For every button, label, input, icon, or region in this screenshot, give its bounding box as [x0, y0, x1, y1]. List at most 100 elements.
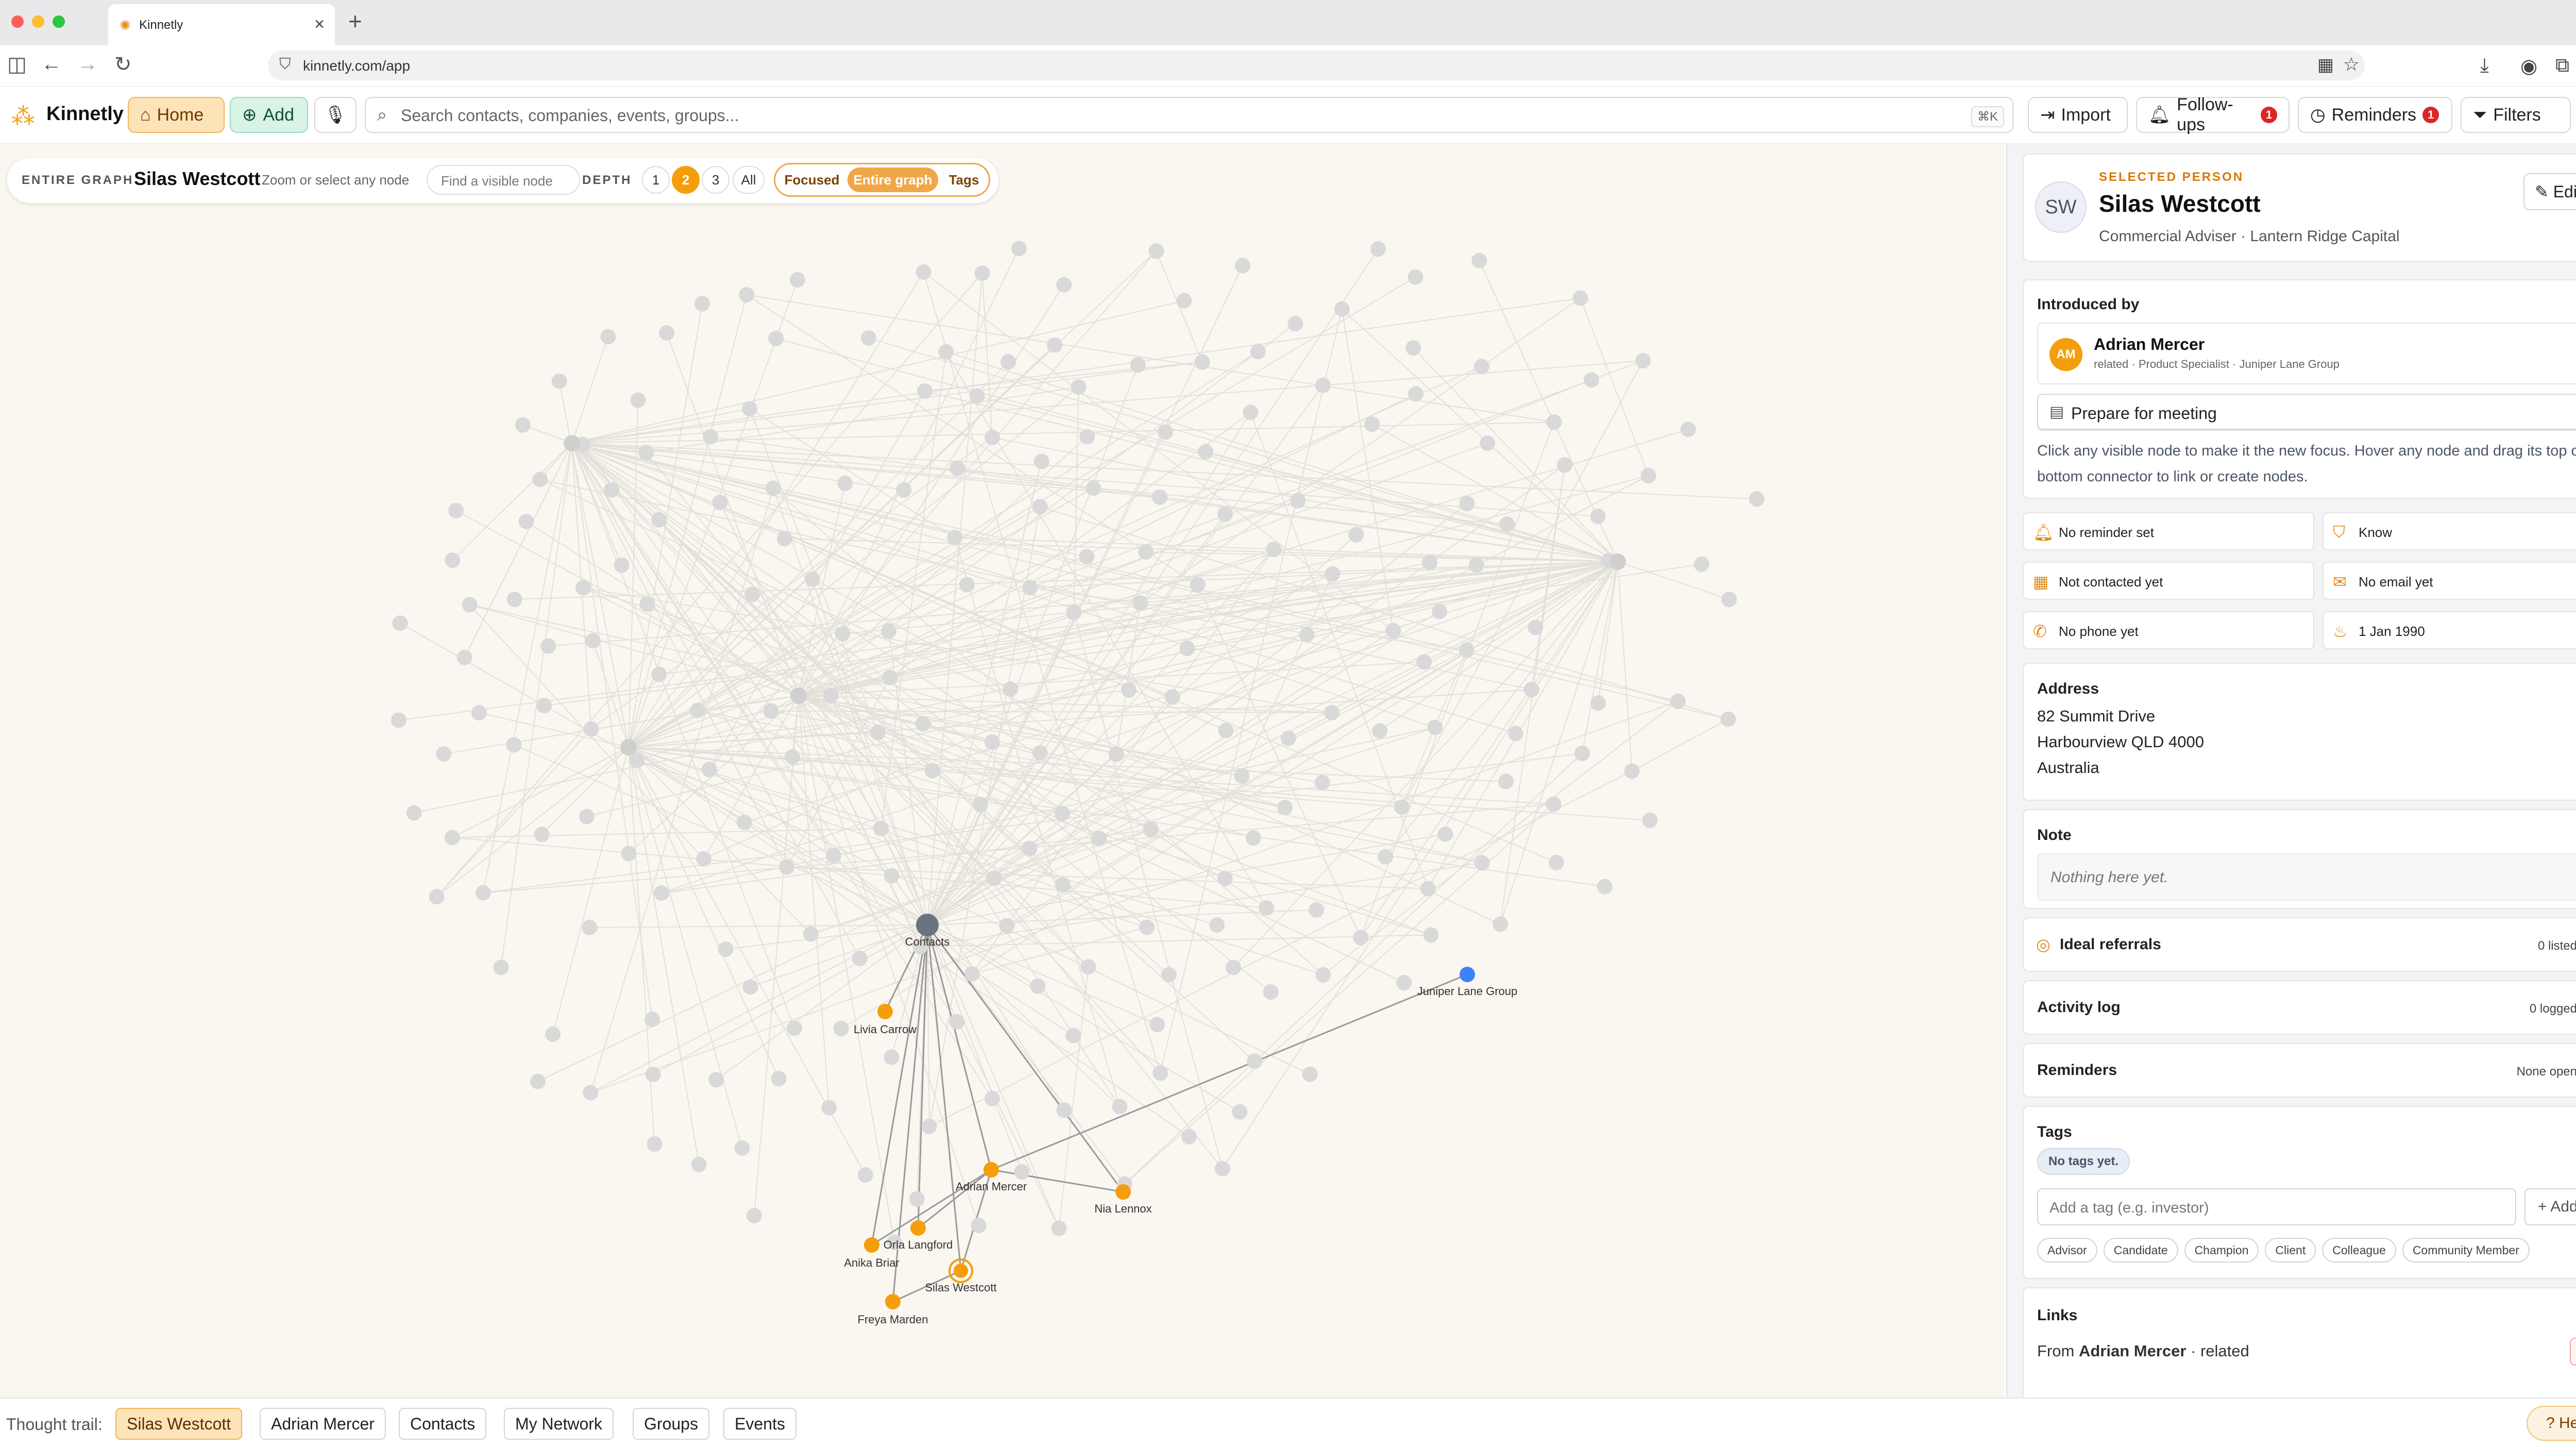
graph-node[interactable]	[1693, 557, 1709, 573]
tag-suggestion-client[interactable]: Client	[2265, 1238, 2316, 1263]
graph-node[interactable]	[614, 557, 630, 573]
graph-node[interactable]	[600, 329, 616, 345]
mode-focused[interactable]: Focused	[778, 167, 845, 192]
graph-node[interactable]	[1086, 480, 1101, 496]
graph-node[interactable]	[1032, 745, 1048, 761]
graph-node[interactable]	[882, 669, 898, 685]
graph-node[interactable]	[1217, 870, 1233, 886]
graph-node[interactable]	[506, 737, 522, 753]
graph-node[interactable]	[392, 615, 408, 631]
graph-node[interactable]	[821, 1100, 837, 1116]
graph-node[interactable]	[1353, 930, 1369, 946]
graph-node[interactable]	[1232, 1104, 1248, 1120]
trail-item-silas-westcott[interactable]: Silas Westcott	[115, 1408, 243, 1440]
help-button[interactable]: ? Help	[2527, 1406, 2576, 1441]
graph-node[interactable]	[540, 638, 556, 654]
global-search-input[interactable]: ⌕ Search contacts, companies, events, gr…	[365, 97, 2013, 133]
graph-node[interactable]	[969, 388, 985, 404]
graph-node[interactable]	[1309, 902, 1325, 918]
graph-node[interactable]	[1597, 879, 1613, 895]
graph-node[interactable]	[1247, 1053, 1263, 1069]
graph-node[interactable]	[1427, 719, 1443, 735]
graph-node[interactable]	[1325, 566, 1341, 582]
graph-node[interactable]	[530, 1073, 546, 1089]
graph-node[interactable]	[1640, 467, 1656, 483]
graph-node[interactable]	[582, 919, 598, 935]
graph-node[interactable]	[803, 926, 819, 942]
graph-node[interactable]	[1721, 592, 1737, 608]
graph-node[interactable]	[785, 749, 801, 765]
graph-node[interactable]	[1280, 730, 1296, 746]
last-contact-chip[interactable]: ▦ Not contacted yet	[2023, 562, 2314, 600]
graph-node[interactable]	[1499, 516, 1515, 532]
graph-node[interactable]	[1590, 695, 1606, 711]
graph-node[interactable]	[1263, 984, 1279, 1000]
graph-node[interactable]	[1132, 595, 1148, 611]
trail-item-contacts[interactable]: Contacts	[399, 1408, 487, 1440]
graph-node[interactable]	[1590, 509, 1606, 525]
graph-node[interactable]	[1054, 805, 1070, 821]
graph-node[interactable]	[444, 830, 460, 846]
graph-node[interactable]	[1014, 1164, 1030, 1180]
graph-node[interactable]	[873, 821, 889, 837]
tag-suggestion-community-member[interactable]: Community Member	[2402, 1238, 2530, 1263]
extensions-icon[interactable]: ⧉	[2555, 55, 2569, 77]
graph-node[interactable]	[1302, 1066, 1318, 1082]
graph-node[interactable]	[583, 1085, 599, 1101]
graph-node[interactable]	[1179, 641, 1195, 657]
graph-node[interactable]	[1574, 745, 1590, 761]
graph-node[interactable]	[585, 633, 601, 649]
graph-node[interactable]	[545, 1027, 561, 1042]
graph-node[interactable]	[884, 868, 900, 884]
graph-node[interactable]	[984, 734, 1000, 750]
graph-node[interactable]	[857, 1167, 873, 1183]
close-window-button[interactable]	[11, 15, 24, 28]
graph-node-livia[interactable]: Livia Carrow	[854, 1004, 917, 1036]
graph-node[interactable]	[1370, 241, 1386, 257]
graph-node[interactable]	[1277, 799, 1293, 815]
close-tab-icon[interactable]: ×	[314, 14, 325, 35]
add-button[interactable]: ⊕ Add	[230, 97, 308, 133]
address-bar[interactable]: ⛉ kinnetly.com/app ▦ ☆	[268, 51, 2365, 80]
graph-node[interactable]	[436, 746, 452, 762]
graph-node[interactable]	[471, 705, 487, 721]
graph-node[interactable]	[771, 1071, 787, 1087]
graph-node[interactable]	[763, 703, 779, 719]
graph-node[interactable]	[654, 885, 670, 901]
graph-node[interactable]	[964, 966, 980, 982]
graph-node[interactable]	[551, 373, 567, 389]
link-row[interactable]: From Adrian Mercer · related	[2037, 1342, 2249, 1360]
graph-svg[interactable]: Contacts Livia Carrow Juniper Lane Group Ad…	[0, 144, 2004, 1398]
graph-node[interactable]	[1557, 457, 1573, 473]
graph-node[interactable]	[1047, 337, 1063, 353]
graph-node[interactable]	[583, 721, 599, 737]
graph-hub-node[interactable]	[790, 687, 807, 704]
graph-node[interactable]	[1157, 424, 1173, 440]
graph-node[interactable]	[1266, 542, 1282, 558]
email-chip[interactable]: ✉ No email yet	[2323, 562, 2576, 600]
graph-node[interactable]	[744, 586, 760, 602]
graph-node[interactable]	[1030, 978, 1046, 994]
graph-node[interactable]	[739, 287, 755, 303]
graph-node[interactable]	[1143, 821, 1159, 837]
home-button[interactable]: ⌂ Home	[128, 97, 225, 133]
graph-node[interactable]	[746, 1207, 762, 1223]
graph-node[interactable]	[1001, 354, 1016, 370]
graph-node[interactable]	[1197, 444, 1213, 460]
graph-node[interactable]	[896, 482, 912, 498]
graph-node[interactable]	[1471, 253, 1487, 268]
graph-node[interactable]	[1287, 316, 1303, 332]
graph-node[interactable]	[647, 1136, 663, 1152]
node-dot-juniper[interactable]	[1460, 967, 1475, 982]
graph-node[interactable]	[406, 805, 422, 821]
graph-node[interactable]	[804, 571, 820, 587]
graph-node[interactable]	[1468, 557, 1484, 573]
graph-node[interactable]	[701, 762, 717, 778]
graph-node[interactable]	[1065, 1028, 1081, 1044]
graph-node[interactable]	[1405, 340, 1421, 356]
graph-node[interactable]	[1181, 1129, 1197, 1145]
graph-node[interactable]	[1507, 726, 1523, 742]
prepare-meeting-button[interactable]: ▤ Prepare for meeting	[2037, 394, 2576, 430]
graph-node[interactable]	[736, 814, 752, 830]
graph-node[interactable]	[1459, 496, 1475, 512]
